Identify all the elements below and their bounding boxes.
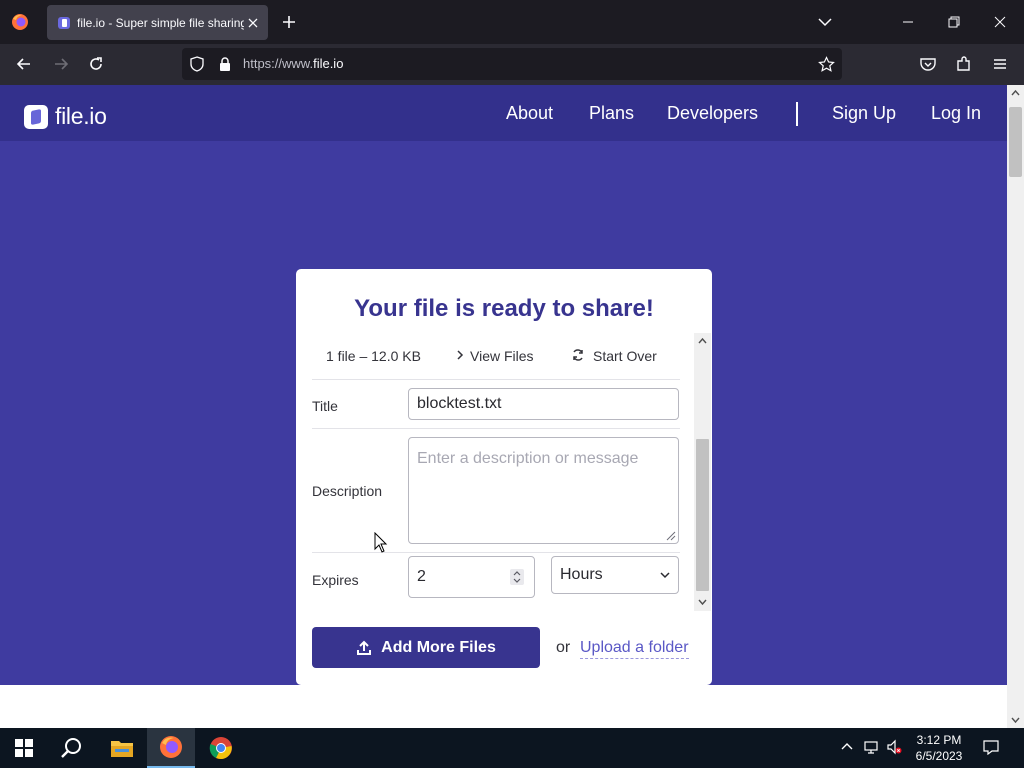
card-scroll-area[interactable]: 1 file – 12.0 KB View Files Start Over T…: [296, 333, 712, 611]
back-icon[interactable]: [15, 55, 33, 73]
title-row: Title blocktest.txt: [312, 380, 680, 429]
bookmark-star-icon[interactable]: [818, 56, 835, 73]
file-summary-row: 1 file – 12.0 KB View Files Start Over: [312, 333, 680, 380]
notifications-icon[interactable]: [983, 739, 999, 755]
page-scrollbar-thumb[interactable]: [1009, 107, 1022, 177]
extensions-icon[interactable]: [955, 55, 973, 73]
description-row: Description Enter a description or messa…: [312, 429, 680, 553]
folder-icon: [111, 741, 133, 757]
resize-handle-icon[interactable]: [666, 531, 676, 541]
search-button[interactable]: [48, 728, 96, 768]
expires-row: Expires 2 Hours: [312, 556, 680, 611]
tracking-protection-shield-icon[interactable]: [189, 56, 205, 72]
firefox-icon: [160, 736, 182, 758]
card-title: Your file is ready to share!: [354, 295, 654, 322]
hamburger-menu-icon[interactable]: [991, 55, 1009, 73]
fileio-favicon-icon: [58, 16, 70, 29]
tab-title: file.io - Super simple file sharing: [77, 15, 244, 30]
card-scrollbar[interactable]: [694, 333, 711, 611]
lock-icon[interactable]: [217, 56, 233, 72]
description-placeholder: Enter a description or message: [417, 450, 639, 467]
site-logo[interactable]: file.io: [24, 103, 107, 130]
nav-about-link[interactable]: About: [506, 103, 553, 124]
expires-value: 2: [417, 568, 426, 585]
refresh-icon[interactable]: [571, 348, 585, 362]
view-files-link[interactable]: View Files: [470, 348, 534, 364]
start-button[interactable]: [0, 728, 48, 768]
description-label: Description: [312, 483, 383, 499]
pocket-icon[interactable]: [919, 55, 937, 73]
search-icon: [61, 738, 81, 758]
nav-developers-link[interactable]: Developers: [667, 103, 758, 124]
page-scroll-down-icon[interactable]: [1011, 715, 1020, 724]
page-below-hero: [0, 685, 1007, 728]
volume-muted-icon[interactable]: [886, 739, 902, 755]
tab-active[interactable]: file.io - Super simple file sharing: [47, 5, 268, 40]
navigation-toolbar: https://www.file.io: [0, 44, 1024, 85]
upload-folder-link[interactable]: Upload a folder: [580, 639, 689, 659]
close-tab-icon[interactable]: [246, 16, 260, 30]
chevron-right-icon[interactable]: [455, 349, 465, 361]
list-all-tabs-icon[interactable]: [817, 14, 833, 30]
nav-divider: [796, 102, 798, 126]
nav-sign-up-link[interactable]: Sign Up: [832, 103, 896, 124]
nav-plans-link[interactable]: Plans: [589, 103, 634, 124]
scroll-up-arrow-icon[interactable]: [698, 337, 707, 345]
show-hidden-icons-chevron-icon[interactable]: [839, 739, 855, 755]
network-icon[interactable]: [863, 739, 879, 755]
or-text: or: [556, 639, 571, 656]
tab-strip: file.io - Super simple file sharing: [0, 0, 1024, 44]
forward-icon[interactable]: [52, 55, 70, 73]
share-card: Your file is ready to share! 1 file – 12…: [296, 269, 712, 685]
chrome-icon: [209, 737, 232, 760]
title-input[interactable]: blocktest.txt: [408, 388, 679, 420]
url-text[interactable]: https://www.file.io: [243, 56, 343, 71]
card-scrollbar-thumb[interactable]: [696, 439, 709, 591]
file-explorer-button[interactable]: [98, 728, 146, 768]
fileio-logo-icon: [24, 104, 48, 129]
minimize-icon[interactable]: [898, 12, 918, 32]
chevron-down-icon: [660, 572, 670, 579]
logo-text: file.io: [55, 103, 107, 129]
restore-icon[interactable]: [944, 12, 964, 32]
title-label: Title: [312, 398, 338, 414]
close-window-icon[interactable]: [990, 12, 1010, 32]
expires-unit-select[interactable]: Hours: [551, 556, 679, 594]
nav-log-in-link[interactable]: Log In: [931, 103, 981, 124]
expires-unit-value: Hours: [560, 566, 603, 583]
scroll-down-arrow-icon[interactable]: [698, 598, 707, 606]
reload-icon[interactable]: [87, 55, 105, 73]
page-scroll-up-icon[interactable]: [1011, 89, 1020, 98]
spinner-arrows-icon[interactable]: [510, 569, 524, 585]
chrome-taskbar-button[interactable]: [197, 728, 245, 768]
upload-icon: [357, 640, 372, 655]
description-textarea[interactable]: Enter a description or message: [408, 437, 679, 544]
windows-logo-icon: [15, 739, 33, 757]
address-bar[interactable]: https://www.file.io: [182, 48, 842, 80]
new-tab-icon[interactable]: [280, 13, 298, 31]
expires-number-input[interactable]: 2: [408, 556, 535, 598]
taskbar-clock[interactable]: 3:12 PM 6/5/2023: [906, 732, 972, 764]
firefox-menu-icon[interactable]: [11, 13, 29, 31]
expires-label: Expires: [312, 572, 359, 588]
site-header: file.io About Plans Developers Sign Up L…: [0, 85, 1007, 141]
start-over-link[interactable]: Start Over: [593, 348, 657, 364]
file-summary-text: 1 file – 12.0 KB: [326, 348, 421, 364]
add-more-files-label: Add More Files: [381, 638, 496, 656]
add-more-files-button[interactable]: Add More Files: [312, 627, 540, 668]
windows-taskbar: 3:12 PM 6/5/2023: [0, 728, 1024, 768]
page-scrollbar[interactable]: [1007, 85, 1024, 728]
clock-date: 6/5/2023: [915, 749, 963, 763]
firefox-taskbar-button[interactable]: [147, 728, 195, 768]
clock-time: 3:12 PM: [916, 733, 962, 747]
mouse-cursor-icon: [374, 532, 388, 553]
page-viewport: file.io About Plans Developers Sign Up L…: [0, 85, 1024, 728]
